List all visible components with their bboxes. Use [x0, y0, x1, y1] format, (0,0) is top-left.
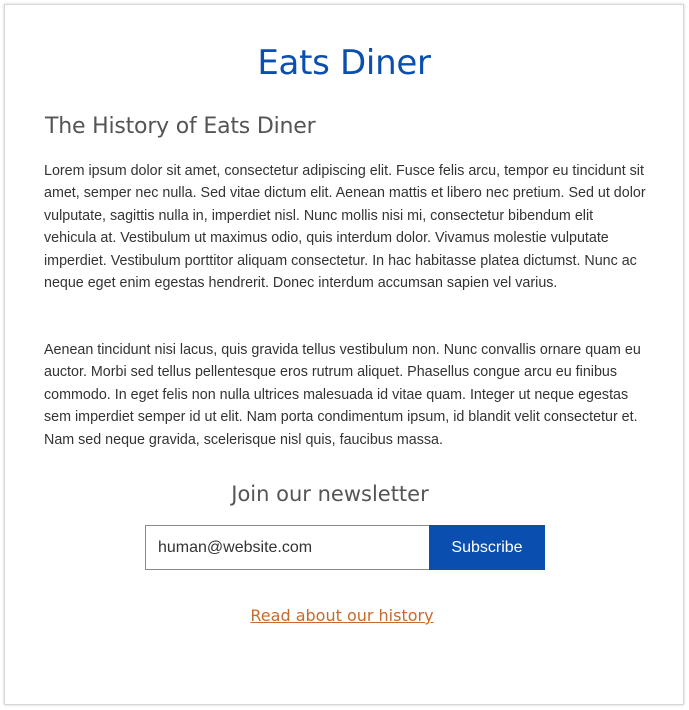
subscribe-button[interactable]: Subscribe [429, 525, 545, 570]
newsletter-form: Subscribe [145, 525, 545, 570]
history-heading: The History of Eats Diner [45, 114, 316, 139]
newsletter-heading: Join our newsletter [231, 482, 429, 506]
history-paragraph-1: Lorem ipsum dolor sit amet, consectetur … [44, 163, 646, 292]
page-card: Eats Diner The History of Eats Diner Lor… [4, 4, 684, 705]
site-title: Eats Diner [257, 43, 431, 83]
history-paragraph-2: Aenean tincidunt nisi lacus, quis gravid… [44, 342, 641, 448]
email-input[interactable] [145, 525, 429, 570]
history-link-container: Read about our history [3, 606, 681, 626]
read-history-link[interactable]: Read about our history [250, 606, 433, 625]
